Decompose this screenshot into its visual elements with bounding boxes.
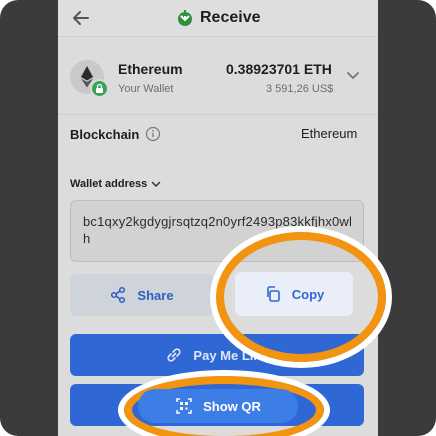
coin-name: Ethereum	[118, 61, 183, 77]
blockchain-value: Ethereum	[301, 126, 358, 141]
copy-button[interactable]: Copy	[235, 272, 353, 316]
blockchain-label: Blockchain	[70, 126, 161, 142]
app-header: Receive	[58, 0, 378, 37]
share-button[interactable]: Share	[70, 274, 213, 316]
qr-code-icon	[176, 398, 192, 414]
chevron-down-icon	[151, 181, 161, 188]
wallet-address-dropdown[interactable]: Wallet address	[70, 178, 161, 190]
link-icon	[167, 348, 182, 362]
blockchain-label-text: Blockchain	[70, 126, 140, 142]
copy-icon	[266, 286, 280, 302]
fiat-balance: 3 591,26 US$	[266, 83, 334, 95]
header-title-group: Receive	[176, 7, 261, 29]
copy-label: Copy	[291, 286, 325, 302]
wallet-address-label: Wallet address	[70, 178, 148, 190]
share-label: Share	[137, 287, 174, 303]
info-icon[interactable]	[145, 126, 161, 142]
coin-balance: 0.38923701 ETH	[226, 61, 332, 77]
wallet-selector[interactable]: Ethereum Your Wallet 0.38923701 ETH 3 59…	[58, 48, 378, 108]
arrow-left-icon[interactable]	[70, 7, 92, 29]
share-icon	[111, 286, 126, 304]
page-title: Receive	[200, 9, 261, 26]
lock-icon	[90, 79, 109, 98]
receive-screen: Receive Ethereum Your Wallet 0.38923701 …	[58, 0, 378, 436]
chevron-down-icon[interactable]	[346, 68, 360, 82]
screenshot-frame: Receive Ethereum Your Wallet 0.38923701 …	[0, 0, 436, 436]
receive-arrow-icon	[178, 10, 192, 26]
show-qr-label: Show QR	[203, 398, 261, 414]
wallet-label: Your Wallet	[118, 83, 174, 95]
divider	[58, 114, 378, 115]
show-qr-button[interactable]: Show QR	[138, 389, 298, 423]
